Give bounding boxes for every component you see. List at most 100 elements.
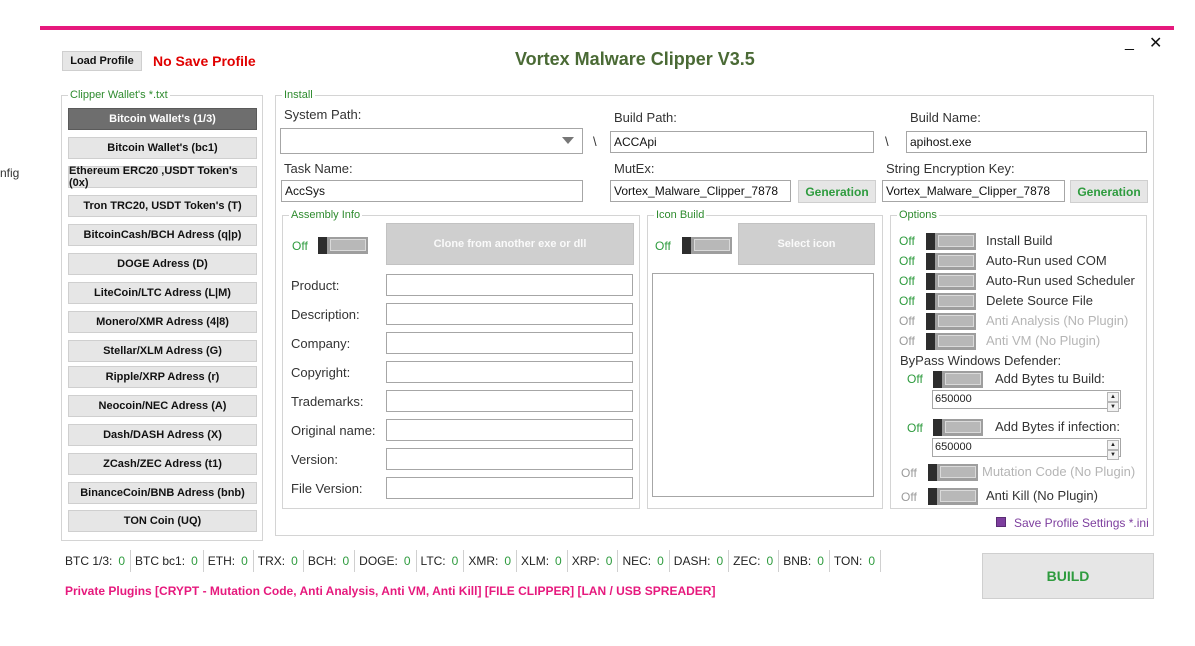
save-settings-label[interactable]: Save Profile Settings *.ini [1014,516,1149,530]
option-toggle[interactable] [926,253,976,270]
load-profile-button[interactable]: Load Profile [62,51,142,71]
assembly-toggle[interactable] [318,237,368,254]
stat-cell: BCH: 0 [304,550,356,572]
wallet-button[interactable]: TON Coin (UQ) [68,510,257,532]
icon-build-legend: Icon Build [656,209,705,221]
anti-kill-toggle[interactable] [928,488,978,505]
toggle-knob [318,237,327,254]
wallet-button[interactable]: BitcoinCash/BCH Adress (q|p) [68,224,257,246]
chevron-down-icon[interactable] [562,137,574,144]
system-path-combo[interactable] [280,128,583,154]
stat-key: TON: [833,554,863,568]
wallet-button[interactable]: Neocoin/NEC Adress (A) [68,395,257,417]
stat-cell: NEC: 0 [618,550,670,572]
option-state: Off [899,274,915,288]
wallet-button[interactable]: Monero/XMR Adress (4|8) [68,311,257,333]
option-toggle[interactable] [926,293,976,310]
stat-cell: XLM: 0 [517,550,568,572]
toggle-track [330,239,366,251]
build-button[interactable]: BUILD [982,553,1154,599]
enc-key-input[interactable]: Vortex_Malware_Clipper_7878 [882,180,1065,202]
anti-kill-label: Anti Kill (No Plugin) [986,488,1098,503]
stepper-down-icon[interactable]: ▼ [1107,402,1119,412]
assembly-field-input[interactable] [386,477,633,499]
wallet-button[interactable]: Bitcoin Wallet's (bc1) [68,137,257,159]
add-bytes-infection-stepper[interactable]: 650000 ▲ ▼ [932,438,1121,460]
offscreen-text-fragment: nfig [0,166,20,180]
assembly-field-label: Original name: [291,423,376,438]
add-bytes-build-stepper[interactable]: 650000 ▲ ▼ [932,390,1121,412]
option-toggle[interactable] [926,233,976,250]
stepper-arrows[interactable]: ▲ ▼ [1107,392,1119,412]
toggle-knob [926,273,935,290]
task-name-input[interactable]: AccSys [281,180,583,202]
build-name-input[interactable]: apihost.exe [906,131,1147,153]
minimize-button[interactable]: _ [1125,34,1134,52]
system-path-label: System Path: [284,107,362,122]
assembly-field-input[interactable] [386,419,633,441]
icon-toggle[interactable] [682,237,732,254]
stat-value: 0 [191,554,198,568]
add-bytes-build-state: Off [907,372,923,386]
stat-cell: DASH: 0 [670,550,730,572]
assembly-field-input[interactable] [386,390,633,412]
mutex-generate-button[interactable]: Generation [798,180,876,203]
option-toggle[interactable] [926,333,976,350]
toggle-track [938,315,974,327]
toggle-knob [926,233,935,250]
assembly-field-input[interactable] [386,274,633,296]
wallet-button[interactable]: Bitcoin Wallet's (1/3) [68,108,257,130]
stat-value: 0 [605,554,613,568]
stat-value: 0 [291,554,298,568]
mutation-toggle[interactable] [928,464,978,481]
stepper-up-icon[interactable]: ▲ [1107,440,1119,450]
build-path-input[interactable]: ACCApi [610,131,874,153]
icon-preview [652,273,874,497]
wallet-button[interactable]: Ethereum ERC20 ,USDT Token's (0x) [68,165,257,189]
stat-cell: ZEC: 0 [729,550,780,572]
stepper-up-icon[interactable]: ▲ [1107,392,1119,402]
add-bytes-build-toggle[interactable] [933,371,983,388]
stat-value: 0 [868,554,876,568]
toggle-track [694,239,730,251]
option-toggle[interactable] [926,313,976,330]
install-legend: Install [284,89,313,101]
stat-cell: LTC: 0 [417,550,465,572]
save-settings-checkbox[interactable] [996,517,1006,527]
enc-key-generate-button[interactable]: Generation [1070,180,1148,203]
wallet-button[interactable]: Tron TRC20, USDT Token's (T) [68,195,257,217]
build-path-label: Build Path: [614,110,677,125]
wallet-button[interactable]: Ripple/XRP Adress (r) [68,366,257,388]
mutex-input[interactable]: Vortex_Malware_Clipper_7878 [610,180,791,202]
wallet-button[interactable]: Dash/DASH Adress (X) [68,424,257,446]
assembly-field-input[interactable] [386,303,633,325]
bypass-label: ByPass Windows Defender: [900,353,1062,368]
select-icon-button[interactable]: Select icon [738,223,875,265]
wallet-button[interactable]: Stellar/XLM Adress (G) [68,340,257,362]
close-button[interactable]: ✕ [1149,33,1162,53]
stepper-arrows[interactable]: ▲ ▼ [1107,440,1119,460]
clone-button[interactable]: Clone from another exe or dll [386,223,634,265]
add-bytes-infection-value: 650000 [935,441,972,453]
wallet-button[interactable]: BinanceCoin/BNB Adress (bnb) [68,482,257,504]
stat-key: TRX: [257,554,286,568]
option-label: Auto-Run used COM [986,253,1107,268]
wallet-button[interactable]: DOGE Adress (D) [68,253,257,275]
wallet-button[interactable]: ZCash/ZEC Adress (t1) [68,453,257,475]
app-title: Vortex Malware Clipper V3.5 [515,49,755,69]
assembly-field-input[interactable] [386,361,633,383]
mutation-label: Mutation Code (No Plugin) [982,464,1136,479]
assembly-field-label: Company: [291,336,351,351]
add-bytes-infection-toggle[interactable] [933,419,983,436]
mutation-state: Off [901,466,917,480]
toggle-track [938,255,974,267]
assembly-field-input[interactable] [386,332,633,354]
stat-value: 0 [817,554,824,568]
toggle-track [945,421,981,433]
option-toggle[interactable] [926,273,976,290]
stat-value: 0 [657,554,664,568]
stat-key: LTC: [420,554,446,568]
stepper-down-icon[interactable]: ▼ [1107,450,1119,460]
assembly-field-input[interactable] [386,448,633,470]
wallet-button[interactable]: LiteCoin/LTC Adress (L|M) [68,282,257,304]
